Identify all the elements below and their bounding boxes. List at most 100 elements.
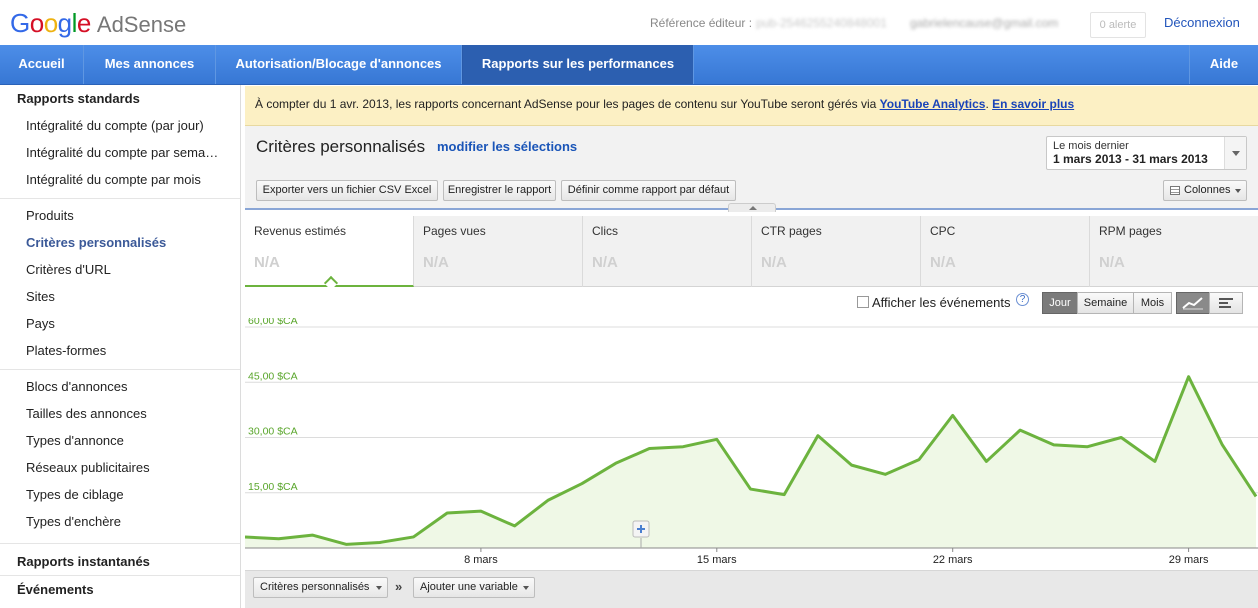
- sidebar-item-bid-types[interactable]: Types d'enchère: [26, 514, 121, 529]
- sidebar-item-account-monthly[interactable]: Intégralité du compte par mois: [26, 172, 201, 187]
- metric-estimated-revenue[interactable]: Revenus estimés N/A: [245, 216, 414, 291]
- columns-icon: [1170, 186, 1180, 195]
- adsense-logo[interactable]: Google AdSense: [10, 8, 186, 39]
- sidebar-item-ad-sizes[interactable]: Tailles des annonces: [26, 406, 147, 421]
- notice-banner: À compter du 1 avr. 2013, les rapports c…: [245, 86, 1258, 126]
- sidebar-item-url-channels[interactable]: Critères d'URL: [26, 262, 111, 277]
- date-range-value: 1 mars 2013 - 31 mars 2013: [1053, 152, 1208, 166]
- metric-clicks[interactable]: Clics N/A: [583, 216, 752, 287]
- edit-selections-link[interactable]: modifier les sélections: [437, 139, 577, 154]
- metric-page-rpm[interactable]: RPM pages N/A: [1090, 216, 1258, 287]
- publisher-id: pub-2546255240848001: [756, 16, 887, 30]
- sidebar-item-custom-channels[interactable]: Critères personnalisés: [26, 235, 166, 250]
- nav-help[interactable]: Aide: [1189, 45, 1258, 84]
- show-events-checkbox[interactable]: [857, 296, 869, 308]
- product-name: AdSense: [96, 12, 187, 37]
- metric-name: RPM pages: [1099, 224, 1162, 238]
- account-email: gabrielencause@gmail.com: [910, 16, 1059, 30]
- columns-button[interactable]: Colonnes: [1163, 180, 1247, 201]
- metric-name: CPC: [930, 224, 956, 238]
- sidebar-item-account-daily[interactable]: Intégralité du compte (par jour): [26, 118, 204, 133]
- metric-name: Clics: [592, 224, 618, 238]
- top-bar: Google AdSense Référence éditeur : pub-254…: [0, 0, 1258, 45]
- learn-more-link[interactable]: En savoir plus: [992, 97, 1074, 111]
- line-chart-view-button[interactable]: [1176, 292, 1210, 314]
- sidebar-heading-events[interactable]: Événements: [17, 582, 94, 597]
- add-variable-dropdown[interactable]: Ajouter une variable: [413, 577, 535, 598]
- granularity-week-button[interactable]: Semaine: [1077, 292, 1134, 314]
- metric-value: N/A: [423, 254, 449, 271]
- metric-value: N/A: [1099, 254, 1125, 271]
- x-tick-label: 22 mars: [933, 554, 973, 566]
- help-icon[interactable]: ?: [1016, 293, 1029, 306]
- metric-name: CTR pages: [761, 224, 822, 238]
- metric-cpc[interactable]: CPC N/A: [921, 216, 1090, 287]
- save-report-button[interactable]: Enregistrer le rapport: [443, 180, 556, 201]
- sidebar-divider: [0, 575, 240, 576]
- collapse-toggle[interactable]: [728, 203, 776, 212]
- set-default-report-button[interactable]: Définir comme rapport par défaut: [561, 180, 736, 201]
- bar-chart-view-button[interactable]: [1209, 292, 1243, 314]
- main-nav: Accueil Mes annonces Autorisation/Blocag…: [0, 45, 1258, 85]
- chevron-down-icon: [523, 586, 529, 590]
- sidebar-heading-instant-reports[interactable]: Rapports instantanés: [17, 554, 150, 569]
- sidebar-item-targeting-types[interactable]: Types de ciblage: [26, 487, 124, 502]
- sidebar-divider: [0, 198, 240, 199]
- google-logo-text: Google: [10, 8, 91, 38]
- y-tick-label: 15,00 $CA: [248, 481, 298, 493]
- metric-value: N/A: [930, 254, 956, 271]
- nav-tab-home[interactable]: Accueil: [0, 45, 84, 84]
- breadcrumb-chevron: »: [395, 579, 403, 594]
- sidebar-item-countries[interactable]: Pays: [26, 316, 55, 331]
- y-tick-label: 60,00 $CA: [248, 318, 298, 327]
- sidebar-item-sites[interactable]: Sites: [26, 289, 55, 304]
- metric-page-views[interactable]: Pages vues N/A: [414, 216, 583, 287]
- granularity-month-button[interactable]: Mois: [1133, 292, 1172, 314]
- nav-tab-performance-reports[interactable]: Rapports sur les performances: [462, 45, 694, 84]
- add-variable-label: Ajouter une variable: [420, 581, 518, 593]
- sidebar-item-ad-units[interactable]: Blocs d'annonces: [26, 379, 128, 394]
- dimension-dropdown-label: Critères personnalisés: [260, 581, 370, 593]
- sidebar-divider: [0, 543, 240, 544]
- sidebar-item-account-weekly[interactable]: Intégralité du compte par sema…: [26, 145, 218, 160]
- granularity-day-button[interactable]: Jour: [1042, 292, 1078, 314]
- nav-tab-my-ads[interactable]: Mes annonces: [84, 45, 216, 84]
- chevron-down-icon: [376, 586, 382, 590]
- youtube-analytics-link[interactable]: YouTube Analytics: [880, 97, 986, 111]
- metric-name: Pages vues: [423, 224, 486, 238]
- line-chart-icon: [1182, 297, 1203, 310]
- date-range-picker[interactable]: Le mois dernier 1 mars 2013 - 31 mars 20…: [1046, 136, 1247, 170]
- x-tick-label: 8 mars: [464, 554, 498, 566]
- notice-separator: .: [985, 97, 989, 111]
- sidebar-item-products[interactable]: Produits: [26, 208, 74, 223]
- revenue-chart: 15,00 $CA 30,00 $CA 45,00 $CA 60,00 $CA 8 ma…: [244, 315, 1258, 570]
- export-csv-button[interactable]: Exporter vers un fichier CSV Excel: [256, 180, 438, 201]
- y-tick-label: 45,00 $CA: [248, 370, 298, 382]
- sidebar-heading-standard-reports[interactable]: Rapports standards: [17, 91, 140, 106]
- x-tick-label: 15 mars: [697, 554, 737, 566]
- columns-label: Colonnes: [1184, 184, 1231, 196]
- report-title: Critères personnalisés: [256, 137, 426, 156]
- sidebar-item-platforms[interactable]: Plates-formes: [26, 343, 106, 358]
- sidebar-item-ad-types[interactable]: Types d'annonce: [26, 433, 124, 448]
- show-events-label: Afficher les événements: [872, 295, 1011, 310]
- revenue-area: [245, 376, 1256, 548]
- dimension-dropdown[interactable]: Critères personnalisés: [253, 577, 388, 598]
- chevron-down-icon[interactable]: [1224, 137, 1246, 169]
- sidebar-item-ad-networks[interactable]: Réseaux publicitaires: [26, 460, 150, 475]
- logout-link[interactable]: Déconnexion: [1164, 15, 1240, 30]
- metric-page-ctr[interactable]: CTR pages N/A: [752, 216, 921, 287]
- metric-value: N/A: [761, 254, 787, 271]
- alerts-button[interactable]: 0 alerte: [1090, 12, 1146, 38]
- selected-pointer: [323, 275, 339, 291]
- date-range-label: Le mois dernier: [1053, 140, 1129, 152]
- metric-name: Revenus estimés: [254, 224, 347, 238]
- revenue-chart-svg: 15,00 $CA 30,00 $CA 45,00 $CA 60,00 $CA 8 ma…: [244, 315, 1258, 566]
- x-tick-label: 29 mars: [1169, 554, 1209, 566]
- report-header-panel: Critères personnalisés modifier les séle…: [245, 126, 1258, 210]
- chevron-down-icon: [1235, 189, 1241, 193]
- y-tick-label: 30,00 $CA: [248, 426, 298, 438]
- nav-tab-allow-block-ads[interactable]: Autorisation/Blocage d'annonces: [216, 45, 462, 84]
- bar-chart-icon: [1219, 298, 1233, 308]
- metric-value: N/A: [592, 254, 618, 271]
